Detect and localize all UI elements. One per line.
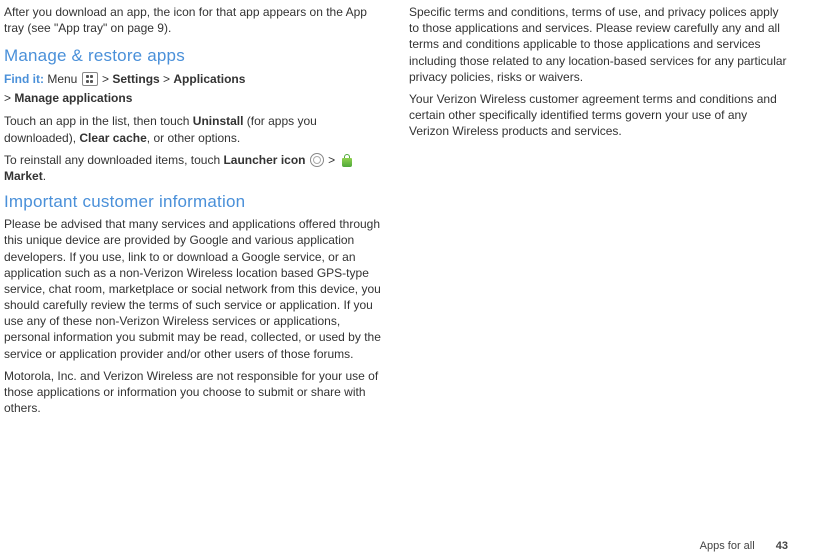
heading-manage-restore: Manage & restore apps xyxy=(4,46,383,66)
text: To reinstall any downloaded items, touch xyxy=(4,153,223,167)
intro-paragraph: After you download an app, the icon for … xyxy=(4,4,383,36)
find-it-applications: Applications xyxy=(173,72,245,86)
find-it-line-1: Find it: Menu > Settings > Applications xyxy=(4,70,383,88)
launcher-icon xyxy=(310,153,324,167)
find-it-line-2: > Manage applications xyxy=(4,89,383,107)
right-paragraph-1: Specific terms and conditions, terms of … xyxy=(409,4,788,85)
find-it-manage-apps: Manage applications xyxy=(14,91,132,105)
find-it-menu-text: Menu xyxy=(44,72,81,86)
text: Touch an app in the list, then touch xyxy=(4,114,193,128)
uninstall-label: Uninstall xyxy=(193,114,244,128)
launcher-label: Launcher icon xyxy=(223,153,305,167)
find-it-sep1: > xyxy=(99,72,113,86)
important-paragraph-1: Please be advised that many services and… xyxy=(4,216,383,362)
manage-paragraph-reinstall: To reinstall any downloaded items, touch… xyxy=(4,152,383,184)
footer-section-name: Apps for all xyxy=(700,540,755,552)
footer-page-number: 43 xyxy=(776,540,788,552)
market-icon xyxy=(340,153,354,167)
heading-important-info: Important customer information xyxy=(4,192,383,212)
clear-cache-label: Clear cache xyxy=(79,131,146,145)
right-paragraph-2: Your Verizon Wireless customer agreement… xyxy=(409,91,788,140)
find-it-sep2: > xyxy=(160,72,174,86)
text: > xyxy=(325,153,339,167)
menu-grid-icon xyxy=(82,72,98,86)
manage-paragraph-uninstall: Touch an app in the list, then touch Uni… xyxy=(4,113,383,145)
text: . xyxy=(43,169,46,183)
column-right: Specific terms and conditions, terms of … xyxy=(409,4,788,422)
text: , or other options. xyxy=(147,131,240,145)
column-left: After you download an app, the icon for … xyxy=(4,4,383,422)
find-it-settings: Settings xyxy=(112,72,159,86)
find-it-sep3: > xyxy=(4,91,14,105)
content-columns: After you download an app, the icon for … xyxy=(4,4,788,422)
page-footer: Apps for all 43 xyxy=(700,540,788,552)
market-label: Market xyxy=(4,169,43,183)
important-paragraph-2: Motorola, Inc. and Verizon Wireless are … xyxy=(4,368,383,417)
find-it-label: Find it: xyxy=(4,72,44,86)
